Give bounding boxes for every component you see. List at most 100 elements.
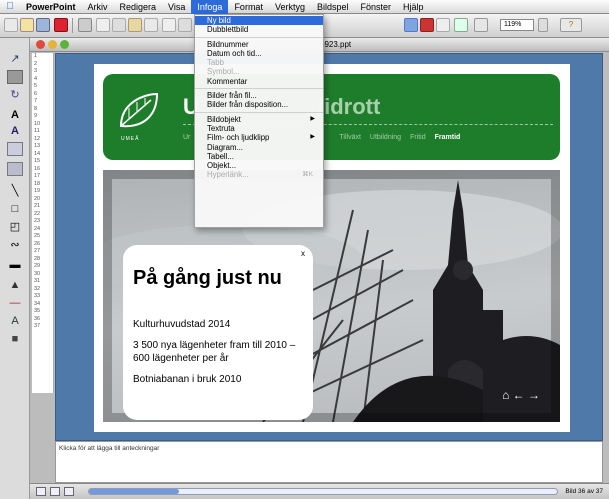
nav-item[interactable]: Tillväxt xyxy=(339,134,361,141)
open-folder-icon[interactable] xyxy=(20,18,34,32)
outline-row[interactable]: 33 xyxy=(32,293,53,301)
menu-item[interactable]: Objekt... xyxy=(195,161,323,170)
apple-icon[interactable]:  xyxy=(0,1,20,12)
freeform-tool-icon[interactable]: ∾ xyxy=(7,238,23,252)
outline-view-icon[interactable] xyxy=(50,487,60,496)
menu-item[interactable]: Diagram... xyxy=(195,143,323,152)
outline-row[interactable]: 26 xyxy=(32,241,53,249)
outline-row[interactable]: 6 xyxy=(32,91,53,99)
select-arrow-icon[interactable]: ↗ xyxy=(7,52,23,66)
menu-redigera[interactable]: Redigera xyxy=(114,0,163,14)
rotate-icon[interactable]: ↻ xyxy=(7,88,23,102)
menu-bildspel[interactable]: Bildspel xyxy=(311,0,355,14)
menu-app[interactable]: PowerPoint xyxy=(20,0,82,14)
normal-view-icon[interactable] xyxy=(36,487,46,496)
outline-row[interactable]: 13 xyxy=(32,143,53,151)
menu-item[interactable]: Film- och ljudklipp ▶ xyxy=(195,133,323,142)
outline-row[interactable]: 5 xyxy=(32,83,53,91)
outline-row[interactable]: 21 xyxy=(32,203,53,211)
menu-item[interactable]: Kommentar xyxy=(195,77,323,86)
close-icon[interactable]: x xyxy=(301,249,305,258)
outline-row[interactable]: 12 xyxy=(32,136,53,144)
cut-icon[interactable] xyxy=(96,18,110,32)
menu-item[interactable]: Bilder från disposition... xyxy=(195,100,323,109)
picture-icon[interactable] xyxy=(420,18,434,32)
menu-format[interactable]: Format xyxy=(228,0,269,14)
outline-row[interactable]: 34 xyxy=(32,301,53,309)
outline-row[interactable]: 30 xyxy=(32,271,53,279)
outline-row[interactable]: 32 xyxy=(32,286,53,294)
dropdown-arrow-icon[interactable] xyxy=(178,18,192,32)
nav-item[interactable]: Utbildning xyxy=(370,134,401,141)
outline-row[interactable]: 23 xyxy=(32,218,53,226)
outline-row[interactable]: 10 xyxy=(32,121,53,129)
outline-row[interactable]: 3 xyxy=(32,68,53,76)
horizontal-scrollbar[interactable] xyxy=(88,488,558,495)
zoom-field[interactable]: 119% xyxy=(500,19,534,31)
menu-item[interactable]: Datum och tid... xyxy=(195,49,323,58)
paste-icon[interactable] xyxy=(128,18,142,32)
view-icon[interactable] xyxy=(474,18,488,32)
shadow-icon[interactable]: ■ xyxy=(7,332,23,346)
scroll-thumb[interactable] xyxy=(89,489,179,494)
undo-icon[interactable] xyxy=(162,18,176,32)
menu-visa[interactable]: Visa xyxy=(162,0,191,14)
menu-item[interactable]: Dubblettbild xyxy=(195,25,323,34)
menu-fonster[interactable]: Fönster xyxy=(355,0,398,14)
minimize-window-icon[interactable] xyxy=(48,40,57,49)
outline-row[interactable]: 29 xyxy=(32,263,53,271)
zoom-dropdown-icon[interactable] xyxy=(538,18,548,32)
outline-row[interactable]: 4 xyxy=(32,76,53,84)
line-tool-icon[interactable]: ╲ xyxy=(7,184,23,198)
slide[interactable]: UMEÅ U /idrott Ur Tillväxt Utbildning Fr… xyxy=(94,64,570,432)
nav-item[interactable]: Ur xyxy=(183,134,190,141)
outline-row[interactable]: 28 xyxy=(32,256,53,264)
menu-hjalp[interactable]: Hjälp xyxy=(397,0,430,14)
close-window-icon[interactable] xyxy=(36,40,45,49)
outline-row[interactable]: 25 xyxy=(32,233,53,241)
outline-row[interactable]: 31 xyxy=(32,278,53,286)
outline-row[interactable]: 7 xyxy=(32,98,53,106)
menu-item[interactable]: Ny bild xyxy=(195,16,323,26)
save-icon[interactable] xyxy=(36,18,50,32)
print-icon[interactable] xyxy=(78,18,92,32)
notes-pane[interactable]: Klicka för att lägga till anteckningar xyxy=(55,441,603,483)
line-style-icon[interactable]: ▬ xyxy=(7,258,23,272)
image-tool-icon[interactable] xyxy=(7,162,23,176)
outline-row[interactable]: 14 xyxy=(32,151,53,159)
outline-row[interactable]: 24 xyxy=(32,226,53,234)
rectangle-select-icon[interactable] xyxy=(7,70,23,84)
outline-row[interactable]: 35 xyxy=(32,308,53,316)
wordart-icon[interactable]: A xyxy=(7,124,23,138)
slide-outline-panel[interactable]: 1 2 3 4 5 6 7 8 9 10 11 12 13 14 15 16 17 18 19 20 21 22 23 24 2… xyxy=(32,53,54,393)
flag-icon[interactable] xyxy=(54,18,68,32)
rectangle-tool-icon[interactable]: □ xyxy=(7,202,23,216)
shape-tool-icon[interactable]: ◰ xyxy=(7,220,23,234)
menu-item[interactable]: Textruta xyxy=(195,124,323,133)
menu-infoga[interactable]: Infoga xyxy=(191,0,229,14)
outline-row[interactable]: 19 xyxy=(32,188,53,196)
menu-item[interactable]: Bilder från fil... xyxy=(195,91,323,100)
outline-row[interactable]: 15 xyxy=(32,158,53,166)
table-icon[interactable] xyxy=(436,18,450,32)
new-document-icon[interactable] xyxy=(4,18,18,32)
outline-row[interactable]: 36 xyxy=(32,316,53,324)
outline-row[interactable]: 16 xyxy=(32,166,53,174)
menu-item[interactable]: Bildnummer xyxy=(195,40,323,49)
copy-icon[interactable] xyxy=(112,18,126,32)
nav-item-active[interactable]: Framtid xyxy=(435,134,461,141)
menu-arkiv[interactable]: Arkiv xyxy=(82,0,114,14)
nav-item[interactable]: Fritid xyxy=(410,134,426,141)
slide-nav-arrows[interactable]: ⌂ ← → xyxy=(502,388,540,402)
outline-row[interactable]: 37 xyxy=(32,323,53,331)
line-color-icon[interactable]: — xyxy=(7,296,23,310)
outline-row[interactable]: 17 xyxy=(32,173,53,181)
text-tool-icon[interactable]: A xyxy=(7,108,23,122)
sorter-view-icon[interactable] xyxy=(64,487,74,496)
outline-row[interactable]: 18 xyxy=(32,181,53,189)
chart-icon[interactable] xyxy=(404,18,418,32)
menu-item[interactable]: Tabell... xyxy=(195,152,323,161)
outline-row[interactable]: 11 xyxy=(32,128,53,136)
fill-color-icon[interactable]: ▲ xyxy=(7,278,23,292)
outline-row[interactable]: 1 xyxy=(32,53,53,61)
